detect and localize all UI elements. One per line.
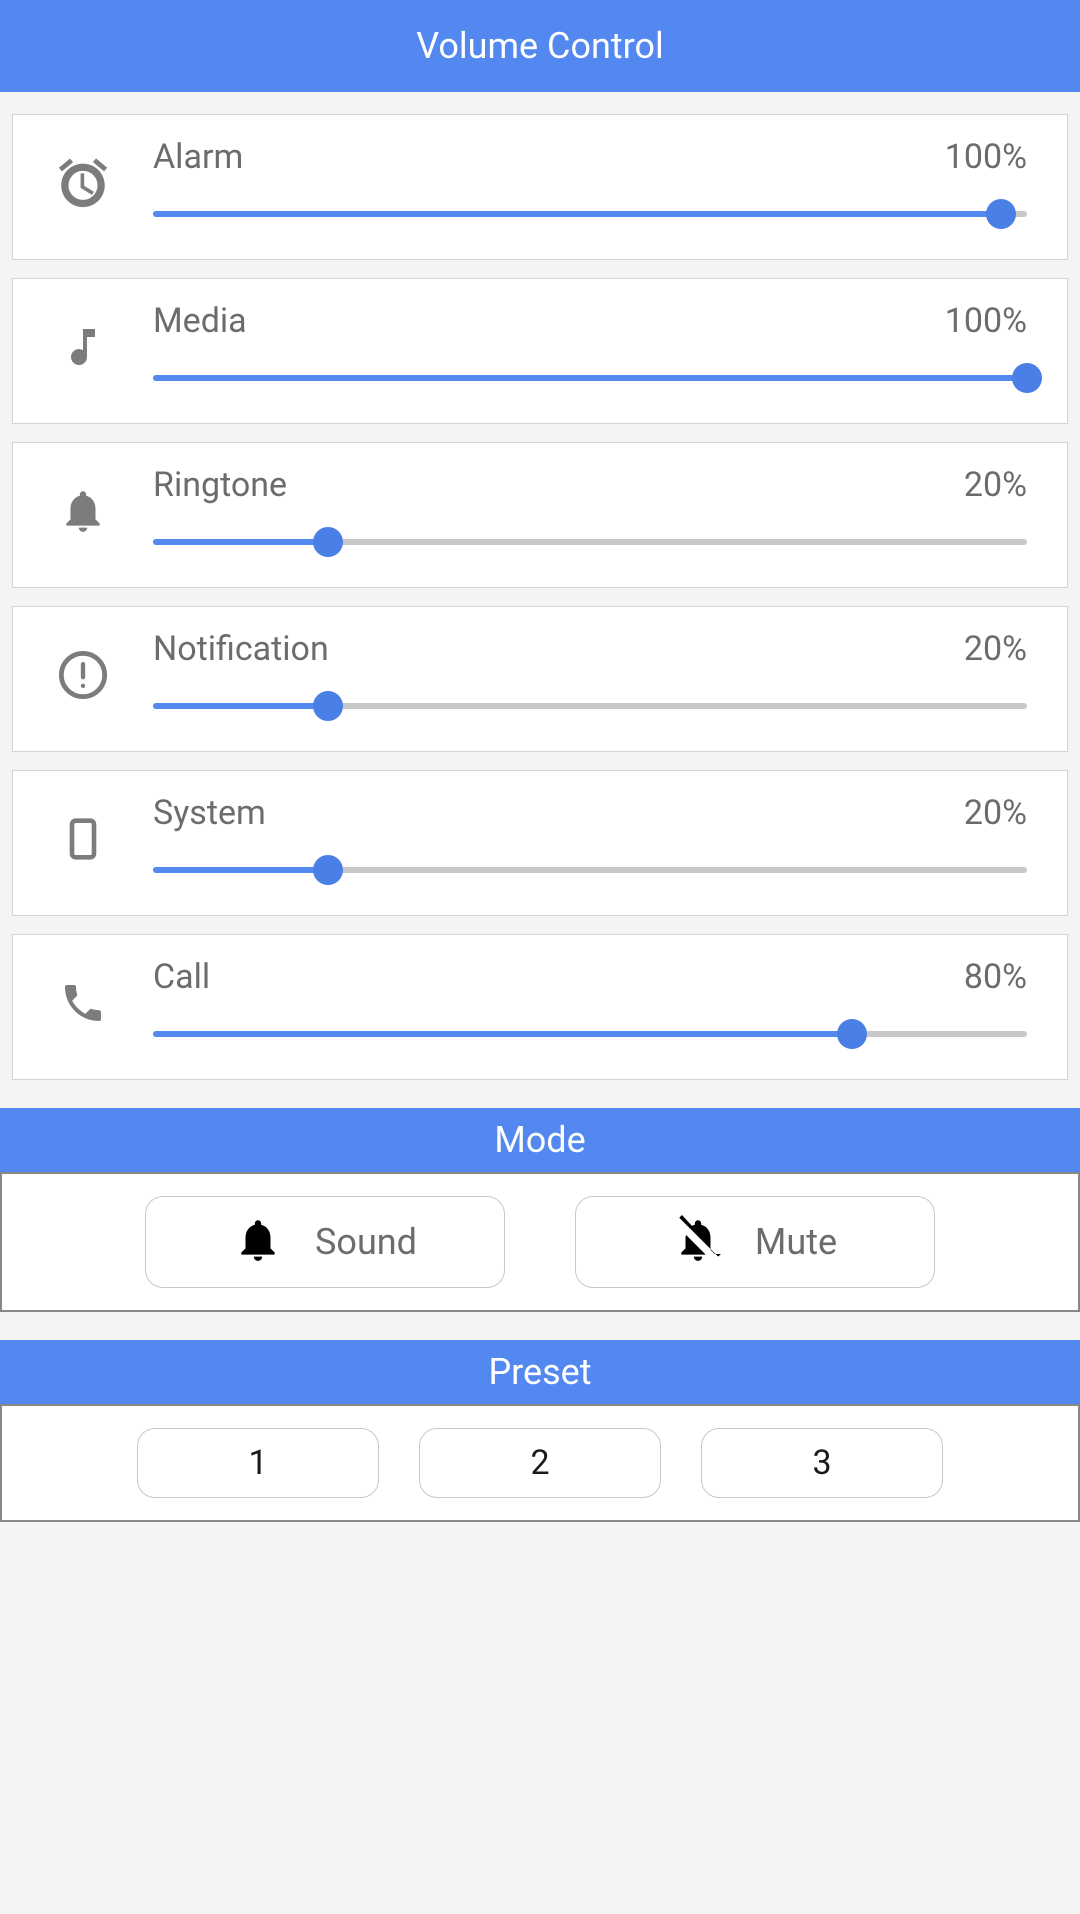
volume-card-media: Media 100% [12, 278, 1068, 424]
music-icon [43, 323, 123, 371]
bell-off-icon [673, 1215, 723, 1269]
ringtone-slider[interactable] [153, 527, 1027, 557]
preset-body: 1 2 3 [0, 1404, 1080, 1522]
notification-value: 20% [964, 629, 1027, 669]
volume-list: Alarm 100% Media 100% [0, 92, 1080, 1080]
sound-label: Sound [315, 1221, 417, 1263]
mute-button[interactable]: Mute [575, 1196, 935, 1288]
alarm-label: Alarm [153, 137, 243, 177]
app-title: Volume Control [416, 25, 664, 67]
volume-card-alarm: Alarm 100% [12, 114, 1068, 260]
alert-icon [43, 649, 123, 701]
bell-solid-icon [233, 1215, 283, 1269]
ringtone-value: 20% [964, 465, 1027, 505]
bell-icon [43, 486, 123, 536]
media-label: Media [153, 301, 247, 341]
mute-label: Mute [755, 1221, 837, 1263]
alarm-value: 100% [945, 137, 1027, 177]
call-value: 80% [964, 957, 1027, 997]
alarm-slider[interactable] [153, 199, 1027, 229]
notification-slider[interactable] [153, 691, 1027, 721]
media-value: 100% [945, 301, 1027, 341]
mode-body: Sound Mute [0, 1172, 1080, 1312]
system-slider[interactable] [153, 855, 1027, 885]
preset-2-button[interactable]: 2 [419, 1428, 661, 1498]
alarm-icon [43, 154, 123, 212]
preset-header: Preset [0, 1340, 1080, 1404]
app-header: Volume Control [0, 0, 1080, 92]
volume-card-call: Call 80% [12, 934, 1068, 1080]
phone-icon [43, 812, 123, 866]
notification-label: Notification [153, 629, 329, 669]
volume-card-notification: Notification 20% [12, 606, 1068, 752]
call-icon [43, 979, 123, 1027]
mode-header: Mode [0, 1108, 1080, 1172]
call-slider[interactable] [153, 1019, 1027, 1049]
preset-1-button[interactable]: 1 [137, 1428, 379, 1498]
system-value: 20% [964, 793, 1027, 833]
call-label: Call [153, 957, 210, 997]
system-label: System [153, 793, 266, 833]
volume-card-ringtone: Ringtone 20% [12, 442, 1068, 588]
preset-3-button[interactable]: 3 [701, 1428, 943, 1498]
volume-card-system: System 20% [12, 770, 1068, 916]
ringtone-label: Ringtone [153, 465, 287, 505]
sound-button[interactable]: Sound [145, 1196, 505, 1288]
media-slider[interactable] [153, 363, 1027, 393]
